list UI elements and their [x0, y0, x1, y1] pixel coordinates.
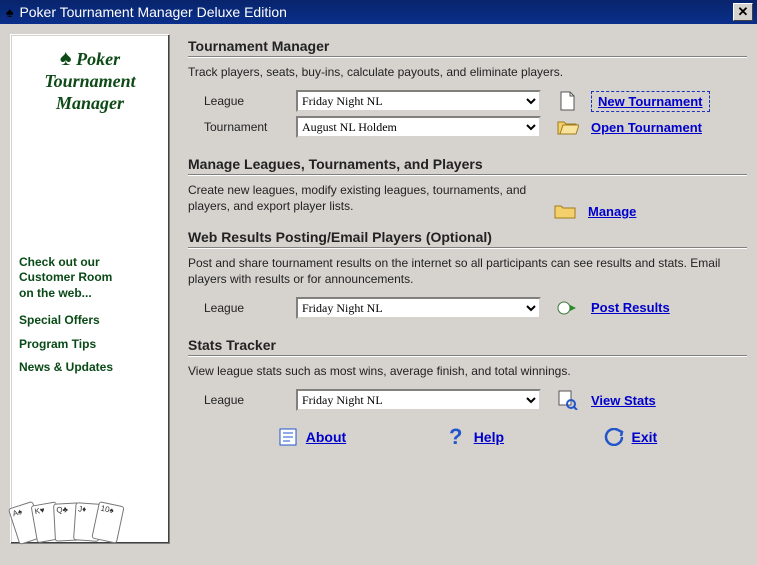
- stats-league-select[interactable]: Friday Night NL: [296, 389, 541, 411]
- window-title: Poker Tournament Manager Deluxe Edition: [19, 4, 733, 20]
- section-title-manage: Manage Leagues, Tournaments, and Players: [188, 156, 747, 172]
- close-button[interactable]: ✕: [733, 3, 753, 21]
- app-logo: ♠ Poker Tournament Manager: [19, 45, 161, 115]
- help-link[interactable]: Help: [474, 429, 504, 445]
- league-select[interactable]: Friday Night NL: [296, 90, 541, 112]
- title-bar: ♠ Poker Tournament Manager Deluxe Editio…: [0, 0, 757, 24]
- playing-cards-image: A♠ K♥ Q♣ J♦ 10♠: [19, 495, 161, 537]
- tournament-manager-desc: Track players, seats, buy-ins, calculate…: [188, 64, 747, 80]
- web-results-league-select[interactable]: Friday Night NL: [296, 297, 541, 319]
- stats-desc: View league stats such as most wins, ave…: [188, 363, 747, 379]
- new-document-icon: [555, 91, 581, 111]
- about-link[interactable]: About: [306, 429, 346, 445]
- divider: [188, 174, 747, 176]
- spade-icon: ♠: [6, 4, 13, 20]
- spade-icon: ♠: [60, 45, 72, 71]
- divider: [188, 56, 747, 58]
- divider: [188, 355, 747, 357]
- folder-icon: [552, 202, 578, 220]
- sidebar-link-offers[interactable]: Special Offers: [19, 311, 161, 330]
- sidebar-link-news[interactable]: News & Updates: [19, 358, 161, 377]
- league-label: League: [204, 94, 296, 108]
- post-results-icon: [555, 299, 581, 317]
- footer-links: About ? Help Exit: [188, 415, 747, 447]
- divider: [188, 247, 747, 249]
- sidebar-link-tips[interactable]: Program Tips: [19, 335, 161, 354]
- exit-link[interactable]: Exit: [632, 429, 658, 445]
- view-stats-icon: [555, 390, 581, 410]
- league-label: League: [204, 393, 296, 407]
- manage-desc: Create new leagues, modify existing leag…: [188, 182, 538, 214]
- sidebar-intro: Check out our Customer Room on the web..…: [19, 255, 161, 302]
- section-title-web-results: Web Results Posting/Email Players (Optio…: [188, 229, 747, 245]
- logo-text-2: Tournament: [44, 71, 135, 91]
- view-stats-link[interactable]: View Stats: [591, 393, 656, 408]
- sidebar: ♠ Poker Tournament Manager Check out our…: [10, 34, 170, 544]
- league-label: League: [204, 301, 296, 315]
- logo-text-3: Manager: [56, 93, 124, 113]
- section-title-tournament-manager: Tournament Manager: [188, 38, 747, 54]
- manage-link[interactable]: Manage: [588, 204, 636, 219]
- tournament-label: Tournament: [204, 120, 296, 134]
- about-icon: [278, 427, 298, 447]
- exit-icon: [604, 427, 624, 447]
- post-results-link[interactable]: Post Results: [591, 300, 670, 315]
- section-title-stats: Stats Tracker: [188, 337, 747, 353]
- help-icon: ?: [446, 427, 466, 447]
- open-tournament-link[interactable]: Open Tournament: [591, 120, 702, 135]
- open-folder-icon: [555, 118, 581, 136]
- logo-text-1: Poker: [76, 49, 120, 69]
- web-results-desc: Post and share tournament results on the…: [188, 255, 747, 287]
- tournament-select[interactable]: August NL Holdem: [296, 116, 541, 138]
- new-tournament-link[interactable]: New Tournament: [591, 91, 710, 112]
